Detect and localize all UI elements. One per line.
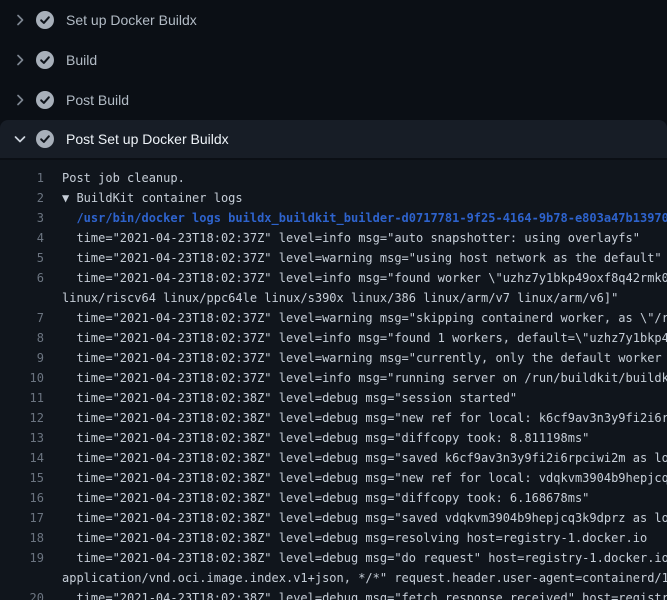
log-line: 15 time="2021-04-23T18:02:38Z" level=deb… — [0, 468, 667, 488]
line-text: time="2021-04-23T18:02:37Z" level=info m… — [62, 328, 667, 348]
workflow-steps-list: Set up Docker Buildx Build Post Build Po… — [0, 0, 667, 158]
line-number[interactable]: 13 — [0, 428, 44, 448]
log-line: 16 time="2021-04-23T18:02:38Z" level=deb… — [0, 488, 667, 508]
chevron-right-icon — [12, 52, 28, 68]
line-text: time="2021-04-23T18:02:38Z" level=debug … — [62, 468, 667, 488]
log-line: 5 time="2021-04-23T18:02:37Z" level=warn… — [0, 248, 667, 268]
log-line: linux/riscv64 linux/ppc64le linux/s390x … — [0, 288, 667, 308]
step-row-build[interactable]: Build — [0, 40, 667, 80]
step-row-post-build[interactable]: Post Build — [0, 80, 667, 120]
step-label: Set up Docker Buildx — [66, 12, 197, 28]
line-text: time="2021-04-23T18:02:38Z" level=debug … — [62, 388, 517, 408]
line-number[interactable]: 14 — [0, 448, 44, 468]
log-line: 17 time="2021-04-23T18:02:38Z" level=deb… — [0, 508, 667, 528]
line-number[interactable]: 16 — [0, 488, 44, 508]
log-line: 13 time="2021-04-23T18:02:38Z" level=deb… — [0, 428, 667, 448]
line-text: ▼ BuildKit container logs — [62, 188, 243, 208]
log-line: 10 time="2021-04-23T18:02:37Z" level=inf… — [0, 368, 667, 388]
log-line: application/vnd.oci.image.index.v1+json,… — [0, 568, 667, 588]
line-number[interactable] — [0, 288, 44, 308]
line-number[interactable]: 4 — [0, 228, 44, 248]
log-group-toggle[interactable]: 2 ▼ BuildKit container logs — [0, 188, 667, 208]
line-text: time="2021-04-23T18:02:37Z" level=warnin… — [62, 248, 662, 268]
log-line: 14 time="2021-04-23T18:02:38Z" level=deb… — [0, 448, 667, 468]
line-number[interactable]: 20 — [0, 588, 44, 600]
line-text: time="2021-04-23T18:02:38Z" level=debug … — [62, 428, 589, 448]
log-line: 18 time="2021-04-23T18:02:38Z" level=deb… — [0, 528, 667, 548]
chevron-down-icon — [12, 131, 28, 147]
check-circle-icon — [36, 130, 54, 148]
line-number[interactable]: 6 — [0, 268, 44, 288]
line-text: time="2021-04-23T18:02:38Z" level=debug … — [62, 528, 647, 548]
line-text: /usr/bin/docker logs buildx_buildkit_bui… — [62, 208, 667, 228]
check-circle-icon — [36, 11, 54, 29]
log-line: 9 time="2021-04-23T18:02:37Z" level=warn… — [0, 348, 667, 368]
step-row-post-set-up-docker-buildx[interactable]: Post Set up Docker Buildx — [0, 120, 667, 158]
line-text: time="2021-04-23T18:02:37Z" level=warnin… — [62, 308, 667, 328]
log-line: 6 time="2021-04-23T18:02:37Z" level=info… — [0, 268, 667, 288]
line-number[interactable]: 19 — [0, 548, 44, 568]
log-line: 3 /usr/bin/docker logs buildx_buildkit_b… — [0, 208, 667, 228]
line-text: time="2021-04-23T18:02:38Z" level=debug … — [62, 448, 667, 468]
line-text: time="2021-04-23T18:02:37Z" level=info m… — [62, 228, 640, 248]
line-text: time="2021-04-23T18:02:38Z" level=debug … — [62, 508, 667, 528]
line-text: time="2021-04-23T18:02:37Z" level=info m… — [62, 268, 667, 288]
line-number[interactable]: 1 — [0, 168, 44, 188]
chevron-right-icon — [12, 12, 28, 28]
line-number[interactable]: 2 — [0, 188, 44, 208]
log-line: 1 Post job cleanup. — [0, 168, 667, 188]
step-row-set-up-docker-buildx[interactable]: Set up Docker Buildx — [0, 0, 667, 40]
line-number[interactable]: 18 — [0, 528, 44, 548]
log-line: 12 time="2021-04-23T18:02:38Z" level=deb… — [0, 408, 667, 428]
chevron-right-icon — [12, 92, 28, 108]
line-text: Post job cleanup. — [62, 168, 185, 188]
line-text: application/vnd.oci.image.index.v1+json,… — [62, 568, 667, 588]
step-label: Build — [66, 52, 97, 68]
log-line: 19 time="2021-04-23T18:02:38Z" level=deb… — [0, 548, 667, 568]
log-line: 7 time="2021-04-23T18:02:37Z" level=warn… — [0, 308, 667, 328]
line-number[interactable]: 9 — [0, 348, 44, 368]
log-line: 8 time="2021-04-23T18:02:37Z" level=info… — [0, 328, 667, 348]
line-text: time="2021-04-23T18:02:37Z" level=warnin… — [62, 348, 667, 368]
step-label: Post Set up Docker Buildx — [66, 131, 229, 147]
line-text: time="2021-04-23T18:02:38Z" level=debug … — [62, 548, 667, 568]
line-number[interactable] — [0, 568, 44, 588]
log-line: 4 time="2021-04-23T18:02:37Z" level=info… — [0, 228, 667, 248]
line-text: linux/riscv64 linux/ppc64le linux/s390x … — [62, 288, 618, 308]
line-number[interactable]: 12 — [0, 408, 44, 428]
line-text: time="2021-04-23T18:02:38Z" level=debug … — [62, 488, 589, 508]
line-number[interactable]: 17 — [0, 508, 44, 528]
step-log-output: 1 Post job cleanup. 2 ▼ BuildKit contain… — [0, 160, 667, 600]
check-circle-icon — [36, 91, 54, 109]
line-number[interactable]: 15 — [0, 468, 44, 488]
line-text: time="2021-04-23T18:02:38Z" level=debug … — [62, 408, 667, 428]
log-line: 20 time="2021-04-23T18:02:38Z" level=deb… — [0, 588, 667, 600]
check-circle-icon — [36, 51, 54, 69]
line-number[interactable]: 11 — [0, 388, 44, 408]
line-number[interactable]: 7 — [0, 308, 44, 328]
line-text: time="2021-04-23T18:02:38Z" level=debug … — [62, 588, 667, 600]
step-label: Post Build — [66, 92, 129, 108]
line-number[interactable]: 8 — [0, 328, 44, 348]
line-number[interactable]: 5 — [0, 248, 44, 268]
line-number[interactable]: 10 — [0, 368, 44, 388]
log-line: 11 time="2021-04-23T18:02:38Z" level=deb… — [0, 388, 667, 408]
line-number[interactable]: 3 — [0, 208, 44, 228]
line-text: time="2021-04-23T18:02:37Z" level=info m… — [62, 368, 667, 388]
